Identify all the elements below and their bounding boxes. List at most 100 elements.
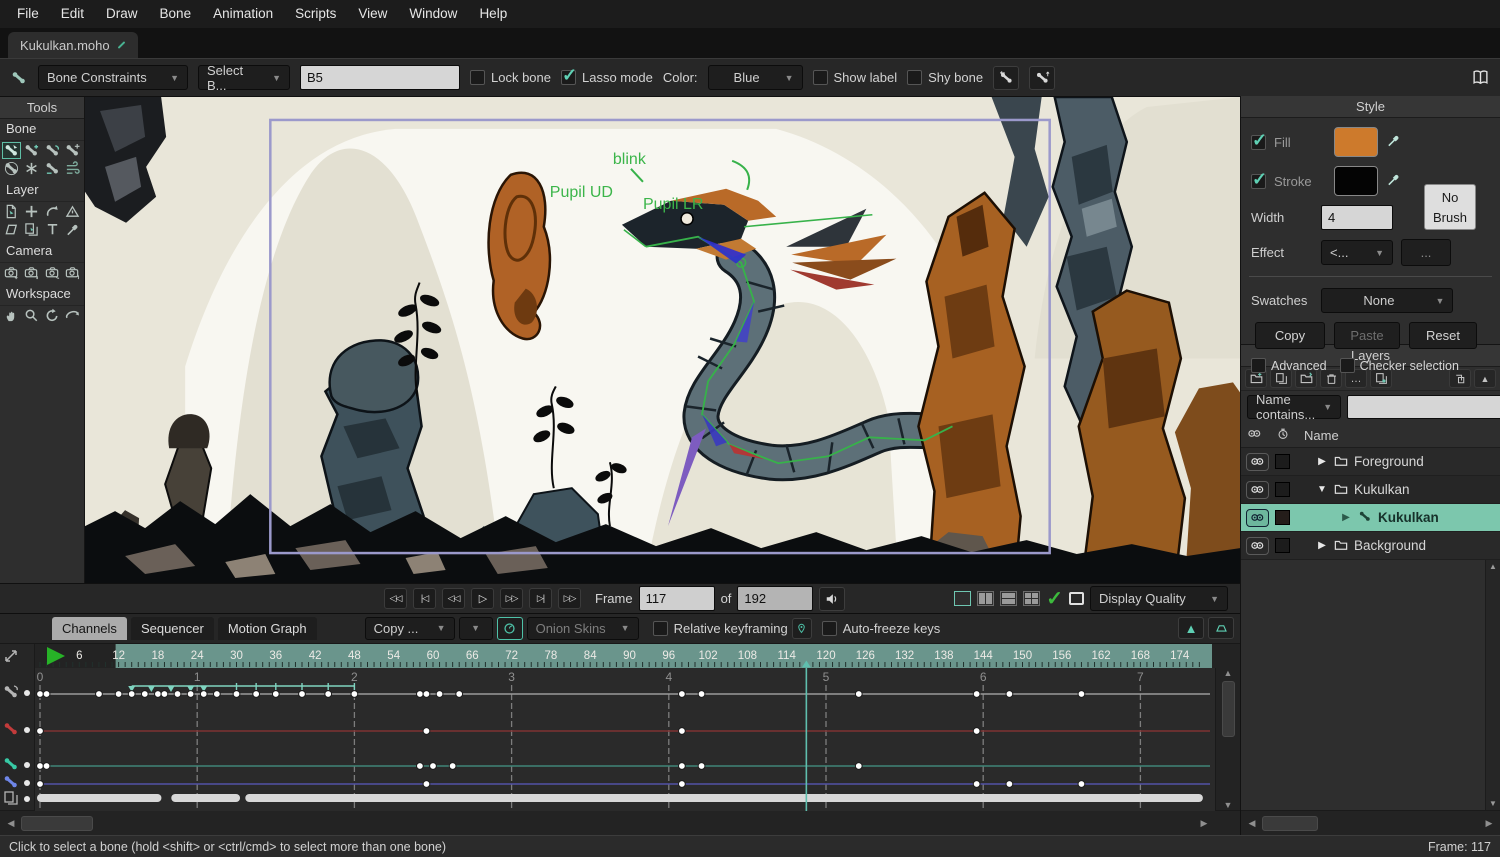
tab-sequencer[interactable]: Sequencer bbox=[131, 617, 214, 640]
layer-row-foreground[interactable]: ▶ Foreground bbox=[1241, 448, 1500, 476]
menu-animation[interactable]: Animation bbox=[202, 0, 284, 28]
layer-row-background[interactable]: ▶ Background bbox=[1241, 532, 1500, 560]
copy-style-button[interactable]: Copy bbox=[1255, 322, 1325, 349]
total-frames-input[interactable] bbox=[737, 586, 813, 611]
collapse-arrow-icon[interactable]: ▼ bbox=[1316, 484, 1328, 495]
layers-horizontal-scrollbar[interactable]: ◀ ▶ bbox=[1241, 810, 1500, 835]
menu-bone[interactable]: Bone bbox=[149, 0, 203, 28]
layer-row-kukulkan-group[interactable]: ▼ Kukulkan bbox=[1241, 476, 1500, 504]
layers-vertical-scrollbar[interactable]: ▲ ▼ bbox=[1485, 560, 1500, 810]
auto-freeze-keys-checkbox[interactable] bbox=[822, 621, 837, 636]
scroll-right-icon[interactable]: ▶ bbox=[1482, 818, 1496, 829]
scrollbar-thumb[interactable] bbox=[1262, 816, 1318, 831]
layer-filter-input[interactable] bbox=[1347, 395, 1500, 419]
menu-scripts[interactable]: Scripts bbox=[284, 0, 347, 28]
scroll-left-icon[interactable]: ◀ bbox=[1245, 818, 1259, 829]
stroke-eyedropper-icon[interactable] bbox=[1386, 172, 1401, 190]
zoom-workspace-tool[interactable] bbox=[22, 307, 41, 324]
timeline-ruler[interactable]: 6121824303642485460667278849096102108114… bbox=[35, 644, 1215, 668]
visibility-eye-icon[interactable] bbox=[1246, 481, 1269, 499]
tab-motion-graph[interactable]: Motion Graph bbox=[218, 617, 317, 640]
stencil-frame-icon[interactable] bbox=[1069, 592, 1084, 605]
fill-color-swatch[interactable] bbox=[1334, 127, 1378, 157]
canvas-viewport[interactable]: blink Pupil UD Pupil LR bbox=[85, 97, 1240, 583]
fill-checkbox[interactable] bbox=[1251, 135, 1266, 150]
track-camera-tool[interactable] bbox=[2, 264, 21, 281]
transform-layer-tool[interactable] bbox=[22, 221, 41, 238]
reparent-bone-tool[interactable] bbox=[43, 142, 62, 159]
bone-dynamics-tool[interactable] bbox=[63, 160, 82, 177]
name-contains-dropdown[interactable]: Name contains...▼ bbox=[1247, 395, 1341, 419]
fill-eyedropper-icon[interactable] bbox=[1386, 133, 1401, 151]
no-brush-button[interactable]: No Brush bbox=[1424, 184, 1476, 230]
menu-help[interactable]: Help bbox=[468, 0, 518, 28]
visibility-eye-icon[interactable] bbox=[1246, 537, 1269, 555]
copy-keyframes-dropdown[interactable]: Copy ...▼ bbox=[365, 617, 455, 640]
bone-translate-tool[interactable] bbox=[63, 142, 82, 159]
bone-teal-channel-icon[interactable] bbox=[2, 756, 20, 772]
scroll-left-icon[interactable]: ◀ bbox=[4, 818, 18, 829]
collapse-timeline-button[interactable]: ▲ bbox=[1178, 617, 1204, 639]
expand-arrow-icon[interactable]: ▶ bbox=[1316, 456, 1328, 467]
bind-layer-tool[interactable] bbox=[43, 160, 62, 177]
quad-view-button[interactable] bbox=[1023, 591, 1040, 606]
onion-skins-dropdown[interactable]: Onion Skins▼ bbox=[527, 617, 639, 640]
resize-timeline-button[interactable] bbox=[1208, 617, 1234, 639]
scrollbar-thumb[interactable] bbox=[21, 816, 93, 831]
add-point-tool[interactable] bbox=[22, 203, 41, 220]
bone-red-channel-icon[interactable] bbox=[2, 721, 20, 737]
bone-blue-channel-icon[interactable] bbox=[2, 774, 20, 790]
shear-layer-tool[interactable] bbox=[2, 221, 21, 238]
scroll-down-icon[interactable]: ▼ bbox=[1224, 800, 1233, 810]
stroke-width-input[interactable] bbox=[1321, 205, 1393, 230]
expand-timeline-icon[interactable] bbox=[2, 648, 20, 664]
select-bone-dropdown[interactable]: Select B...▼ bbox=[198, 65, 290, 90]
scroll-right-icon[interactable]: ▶ bbox=[1197, 818, 1211, 829]
select-layer-tool[interactable] bbox=[2, 203, 21, 220]
scroll-down-icon[interactable]: ▼ bbox=[1489, 799, 1497, 808]
scroll-up-icon[interactable]: ▲ bbox=[1224, 668, 1233, 678]
scrollbar-thumb[interactable] bbox=[1222, 681, 1235, 737]
loop-end-button[interactable]: ▷▷ bbox=[558, 588, 581, 609]
layer-color-swatch[interactable] bbox=[1275, 482, 1290, 497]
bone-constraints-dropdown[interactable]: Bone Constraints▼ bbox=[38, 65, 188, 90]
flip-bone-horizontal-button[interactable] bbox=[993, 66, 1019, 90]
rotate-workspace-tool[interactable] bbox=[43, 307, 62, 324]
menu-edit[interactable]: Edit bbox=[50, 0, 95, 28]
magnet-tool[interactable] bbox=[63, 203, 82, 220]
layer-color-swatch[interactable] bbox=[1275, 454, 1290, 469]
expand-arrow-icon[interactable]: ▶ bbox=[1316, 540, 1328, 551]
menu-draw[interactable]: Draw bbox=[95, 0, 149, 28]
manipulate-bones-tool[interactable] bbox=[22, 160, 41, 177]
advanced-checkbox[interactable] bbox=[1251, 358, 1266, 373]
bone-strength-tool[interactable] bbox=[2, 160, 21, 177]
play-button[interactable]: ▷ bbox=[471, 588, 494, 609]
step-forward-button[interactable]: ▷▷ bbox=[500, 588, 523, 609]
tab-channels[interactable]: Channels bbox=[52, 617, 127, 640]
audio-mute-button[interactable] bbox=[819, 587, 845, 611]
reset-style-button[interactable]: Reset bbox=[1409, 322, 1477, 349]
effect-dropdown[interactable]: <...▼ bbox=[1321, 240, 1393, 265]
bone-name-input[interactable] bbox=[300, 65, 460, 90]
go-to-end-button[interactable]: ▷| bbox=[529, 588, 552, 609]
select-bone-tool[interactable] bbox=[2, 142, 21, 159]
layer-color-swatch[interactable] bbox=[1275, 510, 1290, 525]
pan-tilt-camera-tool[interactable] bbox=[63, 264, 82, 281]
enable-drawing-check-icon[interactable]: ✓ bbox=[1046, 586, 1063, 611]
menu-file[interactable]: File bbox=[6, 0, 50, 28]
visibility-eye-icon[interactable] bbox=[1246, 453, 1269, 471]
expand-arrow-icon[interactable]: ▶ bbox=[1340, 512, 1352, 523]
zoom-camera-tool[interactable] bbox=[22, 264, 41, 281]
pan-workspace-tool[interactable] bbox=[2, 307, 21, 324]
menu-window[interactable]: Window bbox=[398, 0, 468, 28]
documentation-book-icon[interactable] bbox=[1471, 69, 1490, 86]
relative-keyframing-checkbox[interactable] bbox=[653, 621, 668, 636]
step-back-button[interactable]: ◁◁ bbox=[442, 588, 465, 609]
text-tool[interactable] bbox=[43, 221, 62, 238]
shy-bone-checkbox[interactable] bbox=[907, 70, 922, 85]
roll-camera-tool[interactable] bbox=[43, 264, 62, 281]
split-vertical-view-button[interactable] bbox=[977, 591, 994, 606]
current-frame-input[interactable] bbox=[639, 586, 715, 611]
timeline-horizontal-scrollbar[interactable]: ◀ ▶ bbox=[0, 810, 1240, 835]
orbit-workspace-tool[interactable] bbox=[63, 307, 82, 324]
